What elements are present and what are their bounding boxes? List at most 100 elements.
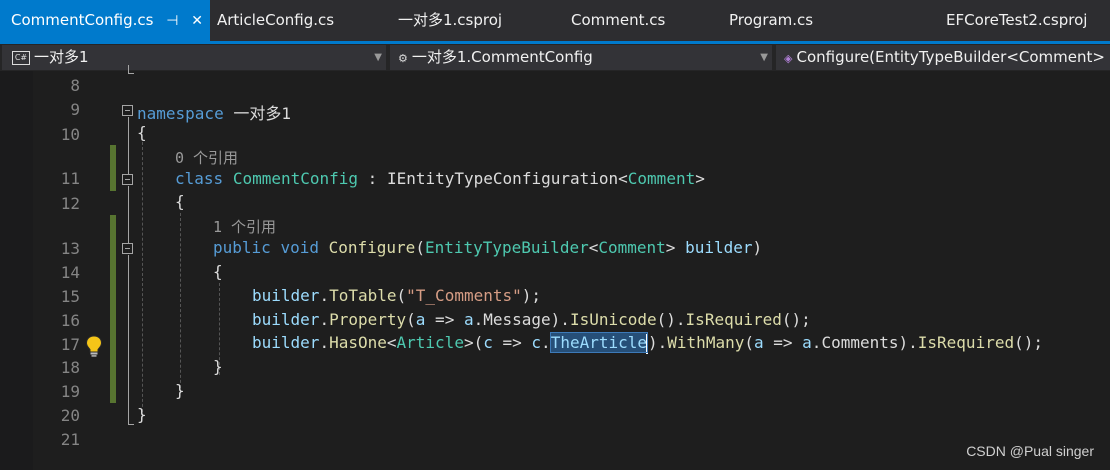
punctuation: ). (648, 333, 668, 352)
type-name: EntityTypeBuilder (424, 238, 589, 257)
punctuation: . (811, 333, 822, 352)
punctuation: : (358, 169, 387, 188)
property-name: Comments (821, 333, 899, 352)
code-line-17[interactable]: builder.HasOne<Article>(c => c.TheArticl… (252, 332, 1043, 354)
fold-line (128, 186, 129, 244)
code-line-12[interactable]: { (175, 192, 185, 211)
indent-guide (180, 213, 181, 393)
fold-line (128, 424, 134, 425)
line-number: 15 (60, 287, 80, 306)
code-line-9[interactable]: namespace 一对多1 (137, 100, 291, 124)
tab-program[interactable]: Program.cs (729, 0, 813, 41)
lambda-parameter: a (753, 333, 764, 352)
punctuation: (); (1014, 333, 1043, 352)
punctuation: (). (656, 310, 686, 329)
editor-left-margin (0, 71, 33, 470)
collapse-class-icon[interactable] (122, 174, 133, 185)
line-number: 13 (60, 239, 80, 258)
collapse-method-icon[interactable] (122, 243, 133, 254)
tab-label: Comment.cs (571, 11, 666, 29)
tab-commentconfig[interactable]: CommentConfig.cs ⊣ ✕ (0, 0, 210, 41)
change-indicator-bar (110, 145, 116, 191)
keyword: void (280, 238, 319, 257)
punctuation: . (319, 286, 330, 305)
tab-label: CommentConfig.cs (11, 11, 154, 29)
variable: builder (252, 333, 320, 352)
lightbulb-icon[interactable] (84, 334, 104, 358)
watermark: CSDN @Pual singer (966, 443, 1094, 459)
code-line-18[interactable]: } (213, 357, 223, 376)
member-dropdown[interactable]: ◈ Configure(EntityTypeBuilder<Comment> (776, 45, 1110, 70)
code-line-20[interactable]: } (137, 405, 147, 424)
pin-icon[interactable]: ⊣ (166, 1, 178, 41)
punctuation: => (425, 310, 464, 329)
csharp-file-icon: C# (12, 50, 30, 65)
punctuation: < (618, 169, 628, 188)
lambda-parameter: a (802, 333, 812, 352)
method-name: Configure (328, 238, 416, 257)
fold-line (128, 73, 134, 74)
close-icon[interactable]: ✕ (191, 1, 203, 41)
punctuation: . (541, 333, 551, 352)
line-number: 20 (60, 406, 80, 425)
line-number: 11 (60, 169, 80, 188)
punctuation: > (665, 238, 676, 257)
type-argument: Comment (627, 169, 696, 188)
tab-csproj-onetomany[interactable]: 一对多1.csproj (398, 0, 502, 41)
code-line-11[interactable]: class CommentConfig : IEntityTypeConfigu… (175, 169, 705, 188)
code-line-10[interactable]: { (137, 123, 147, 142)
tab-label: EFCoreTest2.csproj (946, 11, 1088, 29)
punctuation: < (386, 333, 397, 352)
keyword: public (213, 238, 271, 257)
fold-line (128, 117, 129, 175)
punctuation: ). (898, 333, 918, 352)
code-line-14[interactable]: { (213, 262, 223, 281)
parameter-name: builder (685, 238, 753, 257)
punctuation: ( (473, 333, 484, 352)
punctuation: => (763, 333, 803, 352)
line-number: 12 (60, 194, 80, 213)
punctuation: > (463, 333, 474, 352)
method-name: IsRequired (685, 310, 782, 329)
project-dropdown[interactable]: C# 一对多1 ▼ (2, 45, 386, 70)
reference-count-hint[interactable]: 0 个引用 (175, 147, 238, 168)
selected-text[interactable]: TheArticle (549, 332, 649, 353)
fold-line (128, 65, 129, 73)
interface-name: IEntityTypeConfiguration (386, 169, 619, 188)
method-name: ToTable (329, 286, 397, 305)
tab-articleconfig[interactable]: ArticleConfig.cs (217, 0, 334, 41)
lambda-parameter: a (463, 310, 474, 329)
code-line-19[interactable]: } (175, 381, 185, 400)
punctuation: ( (744, 333, 754, 352)
punctuation: . (319, 310, 330, 329)
line-number: 18 (60, 358, 80, 377)
type-dropdown[interactable]: ⚙ 一对多1.CommentConfig ▼ (390, 45, 772, 70)
navigation-bar: C# 一对多1 ▼ ⚙ 一对多1.CommentConfig ▼ ◈ Configur… (0, 44, 1110, 71)
tab-efcoretest2-csproj[interactable]: EFCoreTest2.csproj (946, 0, 1087, 41)
type-argument: Comment (598, 238, 666, 257)
keyword: namespace (137, 104, 224, 123)
punctuation: . (473, 310, 484, 329)
fold-line (128, 255, 129, 424)
namespace-name: 一对多1 (223, 104, 291, 123)
line-number: 10 (60, 125, 80, 144)
method-name: HasOne (329, 333, 387, 352)
chevron-down-icon[interactable]: ▼ (760, 45, 768, 70)
type-name: 一对多1.CommentConfig (411, 48, 593, 66)
line-number: 14 (60, 263, 80, 282)
chevron-down-icon[interactable]: ▼ (374, 45, 382, 70)
code-line-13[interactable]: public void Configure(EntityTypeBuilder<… (213, 238, 762, 257)
document-tab-bar: CommentConfig.cs ⊣ ✕ ArticleConfig.cs 一对… (0, 0, 1110, 41)
keyword: class (175, 169, 224, 188)
code-editor[interactable]: 8 9 10 11 12 13 14 15 16 17 18 19 20 21 … (0, 65, 1110, 470)
punctuation: ( (415, 238, 425, 257)
property-name: Message (483, 310, 551, 329)
collapse-namespace-icon[interactable] (122, 105, 133, 116)
code-line-15[interactable]: builder.ToTable("T_Comments"); (252, 286, 541, 305)
reference-count-hint[interactable]: 1 个引用 (213, 216, 276, 237)
punctuation: ( (406, 310, 416, 329)
punctuation: ( (396, 286, 407, 305)
tab-comment[interactable]: Comment.cs (571, 0, 665, 41)
line-number: 21 (60, 430, 80, 449)
code-line-16[interactable]: builder.Property(a => a.Message).IsUnico… (252, 310, 811, 329)
